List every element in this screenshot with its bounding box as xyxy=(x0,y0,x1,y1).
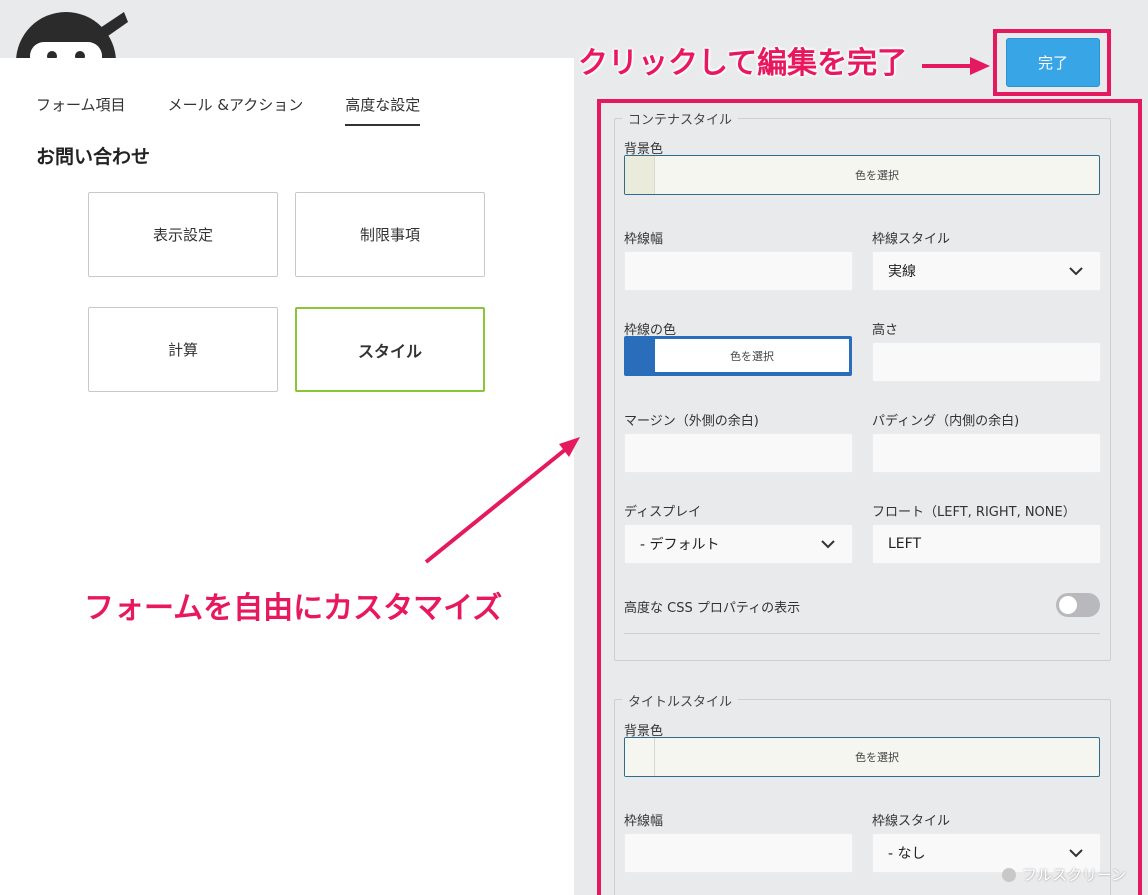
done-arrow-icon xyxy=(922,57,990,75)
annotation-arrows xyxy=(424,57,990,564)
customize-arrow-icon xyxy=(424,437,580,564)
